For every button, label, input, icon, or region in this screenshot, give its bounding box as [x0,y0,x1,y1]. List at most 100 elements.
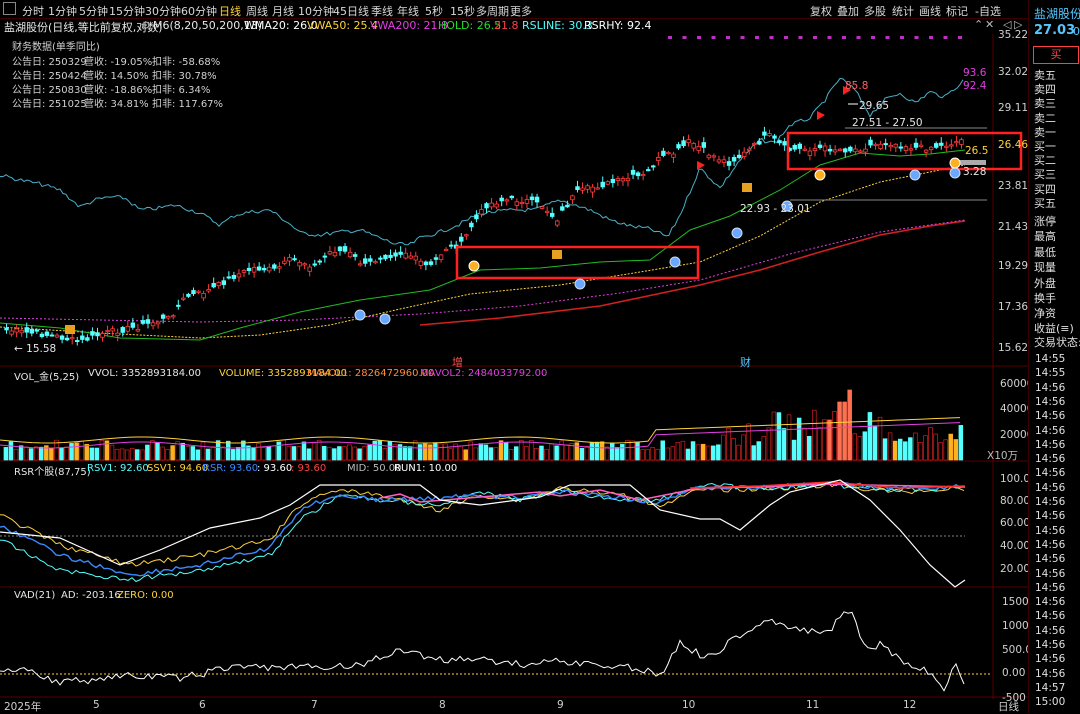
volume-bar [352,446,357,461]
candle-body [398,251,403,255]
rsr-axis-label: 100.0 [1000,473,1031,485]
order-book-level: 买五 [1034,196,1056,210]
tab-period-14[interactable]: 15秒 [450,3,475,19]
ad-line [0,611,965,692]
candle-body [580,187,585,191]
tab-period-12[interactable]: 年线 [397,3,419,19]
menu-icon[interactable] [3,2,16,15]
tab-period-6[interactable]: 日线 [219,3,241,19]
candle-body [933,143,939,148]
rsr-legend-item: RSR个股(87,75) [14,467,91,478]
rsr-legend-item: RUN1: 10.00 [394,463,458,474]
candle-body [201,293,206,299]
settings-gear-icon[interactable]: ⚙ [141,19,151,32]
candle-body [438,254,444,260]
tab-period-13[interactable]: 5秒 [425,3,443,19]
volume-bar [680,440,686,461]
candle-body [762,131,767,136]
volume-bar [746,423,751,461]
candle-body [312,263,317,266]
volume-bar [675,442,681,461]
magenta-tick [885,36,890,39]
volume-bar [281,439,287,461]
candle-body [696,146,701,151]
toolbar-button-3[interactable]: 统计 [892,3,914,19]
volume-bar [321,445,327,461]
tab-period-5[interactable]: 60分钟 [181,3,217,19]
volume-bar [559,440,564,461]
candle-body [206,289,211,292]
volume-bar [665,447,671,461]
candle-body [544,210,550,213]
close-icon[interactable]: ✕ [985,18,994,31]
volume-bar [847,389,852,461]
tab-period-1[interactable]: 1分钟 [48,3,77,19]
candle-body [595,187,600,190]
toolbar-button-5[interactable]: 标记 [946,3,968,19]
candle-body [332,252,338,257]
volume-bar [443,443,448,461]
tab-period-11[interactable]: 季线 [371,3,393,19]
tab-period-3[interactable]: 15分钟 [109,3,145,19]
tab-period-16[interactable]: 更多 [510,3,532,19]
volume-legend-item: VOL_金(5,25) [14,372,80,383]
toolbar-button-6[interactable]: -自选 [975,3,1001,19]
tab-period-8[interactable]: 月线 [272,3,294,19]
tab-period-7[interactable]: 周线 [246,3,268,19]
candle-body [565,204,570,208]
candle-body [459,236,464,242]
volume-bar [812,409,817,461]
x-axis-label: 12 [903,699,917,711]
candle-body [605,181,611,185]
candle-body [706,154,712,159]
toolbar-button-4[interactable]: 画线 [919,3,941,19]
volume-bar [726,427,731,461]
vad-legend-item: AD: -203.16 [61,590,121,601]
volume-bar [903,441,908,461]
tab-period-0[interactable]: 分时 [22,3,44,19]
volume-bar [882,438,888,461]
candle-body [484,203,489,209]
candle-body [448,244,454,247]
candle-body [267,266,272,272]
tab-period-15[interactable]: 多周期 [476,3,509,19]
tab-period-4[interactable]: 30分钟 [145,3,181,19]
trade-time: 14:56 [1035,481,1066,494]
toolbar-button-2[interactable]: 多股 [864,3,886,19]
candle-body [752,142,757,145]
signal-dot [669,256,681,268]
candle-body [539,206,545,209]
candle-body [469,222,474,228]
candle-body [757,141,762,145]
candle-body [701,142,707,148]
tab-period-9[interactable]: 10分钟 [298,3,334,19]
magenta-tick [755,36,759,39]
stock-name[interactable]: 盐湖股份 [1034,5,1080,22]
volume-bar [554,445,559,461]
toolbar-button-1[interactable]: 叠加 [837,3,859,19]
indicator-info-bar: 盐湖股份(日线,等比前复权,对数) ⚙ M6(8,20,50,200,13) W… [0,18,1028,34]
volume-bar [327,446,332,461]
candle-body [408,255,413,259]
volume-bar [367,444,372,461]
candle-body [560,206,565,211]
volume-bar [478,443,484,461]
quote-stat-label: 最低 [1034,245,1056,259]
tab-period-10[interactable]: 45日线 [333,3,369,19]
chevron-up-icon[interactable]: ⌃ [974,18,983,31]
candle-body [165,315,171,319]
tab-period-2[interactable]: 5分钟 [79,3,108,19]
volume-bar [620,444,625,461]
trade-time: 14:57 [1035,681,1066,694]
candle-body [95,332,100,337]
volume-bar [776,412,782,461]
rsr-axis-label: 80.00 [1000,495,1031,507]
buy-button[interactable]: 买 [1033,46,1079,64]
candle-body [863,148,868,153]
price-axis-label: 26.46 [998,139,1029,151]
rsr-annotation: 93.6 [963,67,987,79]
volume-bar [751,445,756,461]
toolbar-button-0[interactable]: 复权 [810,3,832,19]
candle-body [357,263,363,266]
x-axis-label: 6 [199,699,206,711]
